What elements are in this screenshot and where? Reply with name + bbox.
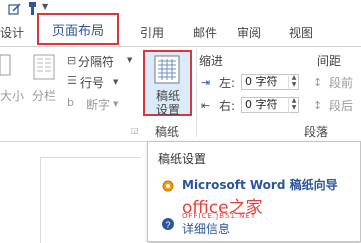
document-page[interactable]: [40, 157, 141, 243]
dialog-launcher-icon[interactable]: ◲: [131, 126, 139, 135]
line-numbers-icon: ☰: [67, 74, 77, 87]
indent-left-label: 左:: [219, 76, 236, 90]
columns-icon[interactable]: [33, 54, 55, 80]
manuscript-settings-button[interactable]: 稿纸 设置: [143, 50, 192, 117]
tab-references[interactable]: 引用: [140, 24, 164, 41]
space-after-icon: ↕: [313, 99, 323, 112]
indent-left-icon: ⇥: [201, 76, 211, 89]
space-before-label[interactable]: 段前: [329, 74, 353, 91]
indent-right-spinner[interactable]: ▲ ▼: [288, 97, 299, 113]
indent-right-value: 0 字符: [245, 98, 278, 111]
paragraph-group-label: 段落: [304, 125, 329, 139]
svg-text:?: ?: [165, 220, 170, 230]
watermark-url: OFFICE.JB51.NET: [182, 212, 257, 220]
size-button-label[interactable]: 大小: [0, 87, 24, 104]
columns-button-label[interactable]: 分栏: [32, 87, 56, 104]
tooltip-title: 稿纸设置: [158, 152, 207, 166]
indent-left-spinner[interactable]: ▲ ▼: [288, 74, 299, 90]
breaks-icon: ⊟: [67, 54, 77, 67]
size-icon[interactable]: [0, 54, 12, 76]
hyphenation-button[interactable]: 断字: [86, 96, 110, 113]
manuscript-label-2: 设置: [156, 103, 181, 117]
spacing-header: 间距: [317, 54, 342, 68]
edit-icon[interactable]: [8, 2, 22, 16]
chevron-down-icon[interactable]: ▼: [113, 78, 118, 86]
help-icon: ?: [162, 218, 174, 230]
indent-right-label: 右:: [219, 99, 236, 113]
tooltip-more-info-link[interactable]: 详细信息: [182, 220, 230, 237]
dropdown-arrow-icon[interactable]: ▼: [42, 2, 48, 11]
space-before-icon: ↕: [313, 76, 323, 89]
tooltip-wizard-link[interactable]: Microsoft Word 稿纸向导: [182, 176, 338, 193]
tab-page-layout[interactable]: 页面布局: [37, 13, 119, 45]
indent-left-value: 0 字符: [245, 75, 278, 88]
space-after-label[interactable]: 段后: [329, 97, 353, 114]
indent-header: 缩进: [199, 54, 224, 68]
gear-icon: [162, 180, 174, 192]
breaks-button[interactable]: 分隔符: [78, 53, 114, 70]
group-divider: [196, 49, 197, 137]
indent-right-icon: ⇤: [201, 99, 211, 112]
tab-mailings[interactable]: 邮件: [193, 24, 217, 41]
tooltip-manuscript-settings: 稿纸设置 Microsoft Word 稿纸向导 office之家 OFFICE…: [147, 141, 361, 242]
line-numbers-button[interactable]: 行号: [80, 74, 104, 91]
manuscript-group-label: 稿纸: [155, 125, 180, 139]
tab-review[interactable]: 审阅: [237, 24, 261, 41]
tab-view[interactable]: 视图: [289, 24, 313, 41]
chevron-down-icon[interactable]: ▼: [113, 100, 118, 108]
tab-design[interactable]: 设计: [0, 24, 24, 41]
tab-page-layout-label: 页面布局: [51, 23, 104, 39]
ribbon-page-layout: 大小 分栏 ⊟ 分隔符 ▼ ☰ 行号 ▼ b 断字 ▼ ◲ 稿纸 设置 稿纸 缩…: [0, 47, 361, 142]
manuscript-paper-icon: [154, 55, 180, 84]
chevron-down-icon[interactable]: ▼: [127, 56, 132, 64]
hyphenation-icon: b: [67, 96, 74, 109]
